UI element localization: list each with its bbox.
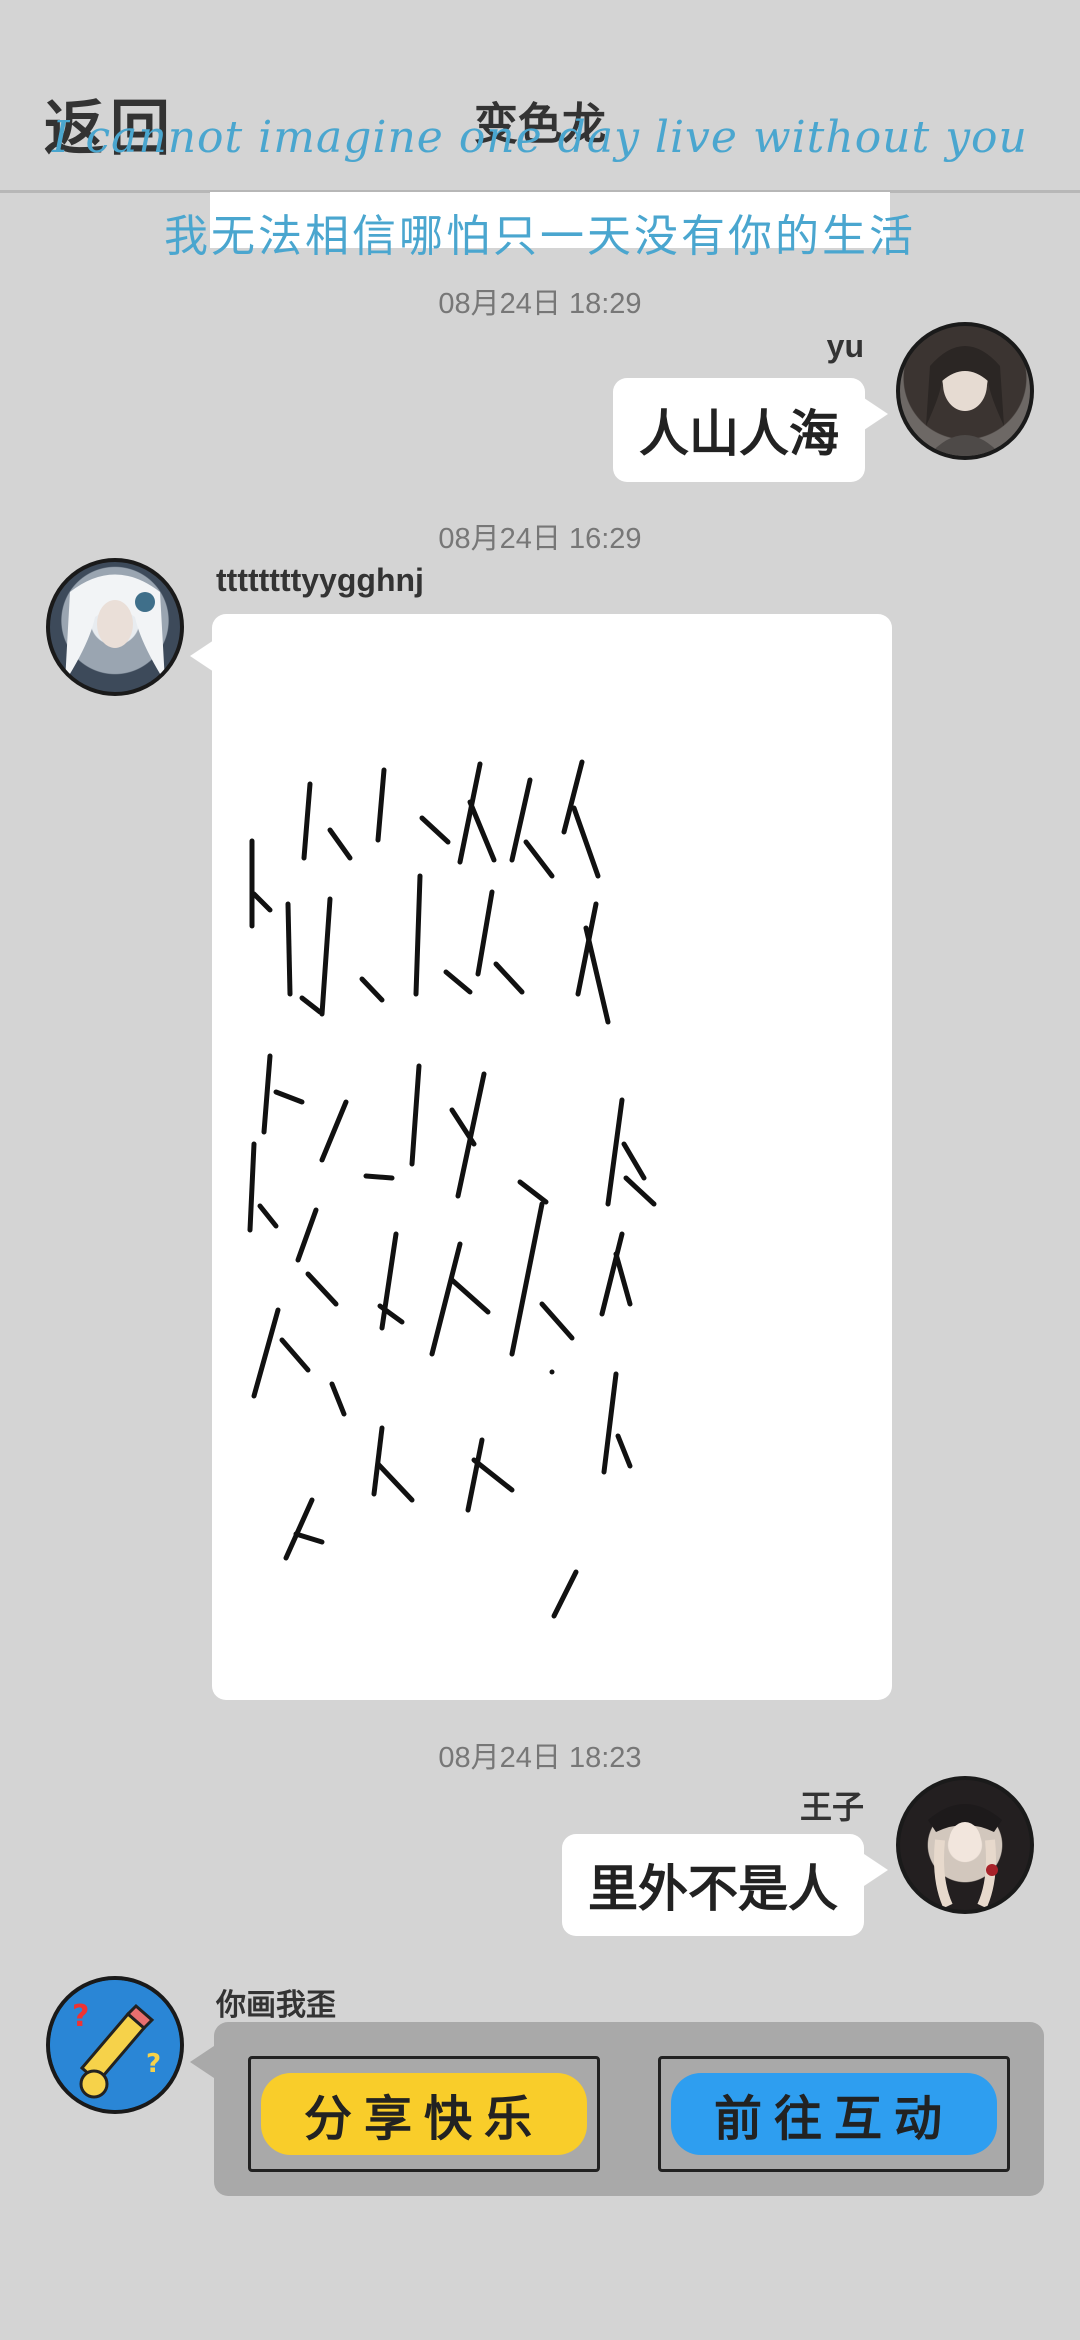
bubble-tail <box>864 398 888 430</box>
bubble-tail <box>190 2046 214 2078</box>
game-card: 分享快乐 前往互动 <box>214 2022 1044 2196</box>
avatar[interactable] <box>896 322 1034 460</box>
avatar-portrait-icon <box>928 1804 1002 1909</box>
avatar[interactable] <box>896 1776 1034 1914</box>
message-bubble[interactable]: 人山人海 <box>613 378 865 482</box>
share-joy-button[interactable]: 分享快乐 <box>248 2056 600 2172</box>
sender-name: yu <box>826 328 864 364</box>
share-button-label: 分享快乐 <box>303 2093 544 2146</box>
timestamp: 08月24日 16:29 <box>438 523 642 555</box>
message-bubble[interactable]: 里外不是人 <box>562 1834 864 1936</box>
avatar[interactable]: ? ? <box>46 1976 184 2114</box>
timestamp: 08月24日 18:23 <box>438 1742 642 1774</box>
top-bar: 返回 变色龙 I cannot imagine one day live wit… <box>0 0 1080 193</box>
bubble-tail <box>190 640 214 672</box>
svg-text:?: ? <box>72 1999 89 2034</box>
interact-button-label: 前往互动 <box>713 2093 954 2146</box>
handwriting-strokes <box>247 759 657 1619</box>
avatar-portrait-icon <box>65 574 165 682</box>
bubble-tail <box>864 1854 888 1886</box>
drawing-message[interactable] <box>212 614 892 1700</box>
message-text: 里外不是人 <box>588 1861 838 1917</box>
sender-name: 王子 <box>799 1789 864 1825</box>
svg-text:?: ? <box>146 2049 161 2079</box>
timestamp: 08月24日 18:29 <box>438 288 642 320</box>
avatar[interactable] <box>46 558 184 696</box>
sender-name: 你画我歪 <box>216 1989 336 2022</box>
lyric-chinese: 我无法相信哪怕只一天没有你的生活 <box>164 212 916 261</box>
lyric-english: I cannot imagine one day live without yo… <box>52 112 1028 163</box>
sender-name: ttttttttyygghnj <box>216 562 424 598</box>
avatar-portrait-icon <box>926 346 1004 456</box>
message-text: 人山人海 <box>639 406 839 462</box>
pencil-icon: ? ? <box>50 1980 180 2110</box>
go-interact-button[interactable]: 前往互动 <box>658 2056 1010 2172</box>
